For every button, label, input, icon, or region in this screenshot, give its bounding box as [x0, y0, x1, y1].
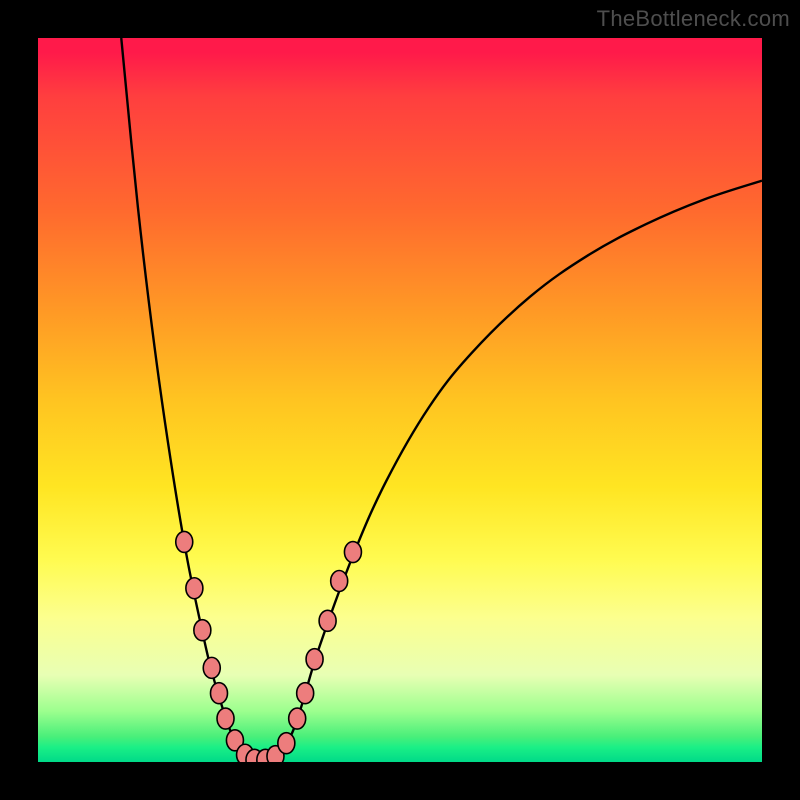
bottleneck-curve: [121, 38, 762, 762]
data-marker: [331, 571, 348, 592]
data-marker: [211, 683, 228, 704]
data-marker: [194, 620, 211, 641]
data-marker: [186, 578, 203, 599]
chart-frame: TheBottleneck.com: [0, 0, 800, 800]
data-marker: [306, 649, 323, 670]
data-marker: [278, 733, 295, 754]
data-marker: [176, 531, 193, 552]
plot-area: [38, 38, 762, 762]
chart-svg: [38, 38, 762, 762]
watermark-text: TheBottleneck.com: [597, 6, 790, 32]
data-marker: [217, 708, 234, 729]
data-marker: [297, 683, 314, 704]
marker-group: [176, 531, 362, 762]
data-marker: [319, 610, 336, 631]
curve-group: [121, 38, 762, 762]
data-marker: [203, 657, 220, 678]
data-marker: [289, 708, 306, 729]
data-marker: [344, 542, 361, 563]
